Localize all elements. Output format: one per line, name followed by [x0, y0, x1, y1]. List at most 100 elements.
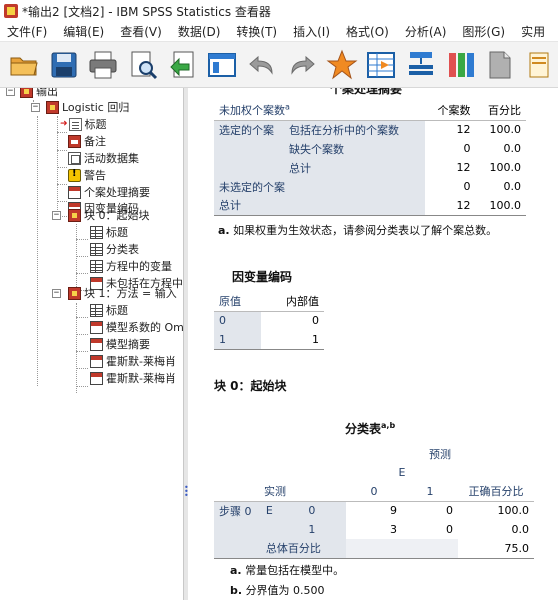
tree-item-model-summary[interactable]: 模型摘要 [90, 336, 150, 352]
row-subheader: 包括在分析中的个案数 [284, 120, 425, 139]
redo-icon[interactable] [284, 47, 320, 83]
tree-item-case-summary[interactable]: 个案处理摘要 [68, 184, 150, 200]
tree-item-label: 标题 [84, 118, 107, 131]
tree-output-label: 输出 [36, 88, 58, 98]
col-header-pct-correct: 正确百分比 [468, 485, 524, 499]
menu-analyze[interactable]: 分析(A) [398, 23, 456, 40]
classification-footnote-b: b. 分界值为 0.500 [230, 584, 325, 597]
warning-icon [68, 168, 81, 182]
app-icon [4, 4, 18, 18]
dep-coding-title: 因变量编码 [232, 270, 293, 284]
collapse-logistic-toggle[interactable]: − [31, 103, 40, 112]
menu-file[interactable]: 文件(F) [0, 23, 56, 40]
open-icon[interactable] [6, 47, 42, 83]
menu-transform[interactable]: 转换(T) [229, 23, 286, 40]
col-header-n: 个案数 [437, 104, 471, 118]
export-icon[interactable] [165, 47, 201, 83]
cell-n: 12 [456, 161, 471, 174]
tree-block0[interactable]: 块 0：起始块 [68, 207, 150, 223]
tree-item-warnings[interactable]: 警告 [68, 167, 106, 183]
tree-output[interactable]: 输出 [20, 88, 58, 99]
row-header-value: 0 [303, 501, 346, 520]
menu-utilities[interactable]: 实用 [514, 23, 554, 40]
notes-icon[interactable] [522, 47, 558, 83]
cell-overall-pct: 75.0 [504, 541, 530, 555]
col-header-original: 原值 [219, 295, 241, 309]
goto-data-icon[interactable] [205, 47, 241, 83]
tree-item-omnibus[interactable]: 模型系数的 Om [90, 319, 183, 335]
tree-block1[interactable]: 块 1：方法 = 输入 [68, 285, 177, 301]
log-icon [68, 151, 81, 165]
cell-pct: 100.0 [489, 123, 522, 137]
case-summary-table: 未加权个案数a 个案数 百分比 选定的个案 包括在分析中的个案数 12 100.… [214, 101, 526, 216]
classification-title: 分类表a,b [345, 421, 396, 436]
tree-item-label: 霍斯默-莱梅肖 [106, 355, 176, 368]
menu-view[interactable]: 查看(V) [113, 23, 171, 40]
tree-item-notes[interactable]: 备注 [68, 133, 106, 149]
tree-block1-label: 块 1：方法 = 输入 [84, 287, 177, 300]
menu-bar: 文件(F) 编辑(E) 查看(V) 数据(D) 转换(T) 插入(I) 格式(O… [0, 22, 558, 42]
cell-pct: 0.0 [503, 180, 522, 193]
row-header-value: 1 [303, 520, 346, 539]
page-icon[interactable] [483, 47, 519, 83]
tree-item-label: 个案处理摘要 [84, 186, 150, 199]
row-header-total: 总计 [214, 196, 425, 215]
tree-item-hosmer-2[interactable]: 霍斯默-莱梅肖 [90, 370, 176, 386]
pivot-table-icon [90, 371, 103, 385]
cell-count: 9 [390, 504, 397, 518]
columns-icon[interactable] [443, 47, 479, 83]
tree-item-label: 模型摘要 [106, 338, 150, 351]
pivot-table-icon [90, 337, 103, 351]
table-icon [90, 303, 103, 317]
collapse-block1-toggle[interactable]: − [52, 289, 61, 298]
row-header-overall: 总体百分比 [260, 539, 346, 558]
row-header-var: E [260, 501, 304, 520]
row-header-value: 1 [214, 330, 261, 349]
print-icon[interactable] [85, 47, 121, 83]
col-header-pct: 百分比 [488, 104, 521, 118]
tree-item-label: 标题 [106, 226, 128, 239]
output-book-icon [20, 88, 33, 98]
cell-n: 12 [456, 198, 471, 212]
tree-item-title[interactable]: ➜ 标题 [60, 116, 107, 132]
print-preview-icon[interactable] [125, 47, 161, 83]
cell-internal: 0 [312, 314, 319, 328]
case-summary-title: 个案处理摘要 [330, 88, 403, 96]
predicted-var-header: E [398, 466, 406, 479]
classification-footnote-a: a. 常量包括在模型中。 [230, 564, 345, 577]
notes-table-icon [68, 134, 81, 148]
block0-heading: 块 0：起始块 [214, 379, 287, 393]
menu-edit[interactable]: 编辑(E) [56, 23, 113, 40]
menu-insert[interactable]: 插入(I) [286, 23, 339, 40]
current-item-arrow-icon: ➜ [60, 119, 68, 129]
block-book-icon [68, 208, 81, 222]
goto-case-icon[interactable] [363, 47, 399, 83]
menu-format[interactable]: 格式(O) [339, 23, 398, 40]
cell-pct: 100.0 [489, 198, 522, 212]
collapse-block0-toggle[interactable]: − [52, 211, 61, 220]
cell-pct: 100.0 [489, 161, 522, 174]
tree-item-classification[interactable]: 分类表 [90, 241, 139, 257]
tree-item-block0-title[interactable]: 标题 [90, 224, 128, 240]
cell-count: 3 [390, 523, 397, 536]
menu-data[interactable]: 数据(D) [171, 23, 230, 40]
cell-count: 0 [446, 523, 453, 536]
tree-item-active-dataset[interactable]: 活动数据集 [68, 150, 139, 166]
col-header-unweighted: 未加权个案数a [219, 102, 290, 118]
tree-item-vars-in-equation[interactable]: 方程中的变量 [90, 258, 172, 274]
title-bar: *输出2 [文档2] - IBM SPSS Statistics 查看器 [0, 0, 558, 22]
table-icon [90, 259, 103, 273]
toolbar [0, 42, 558, 88]
logistic-book-icon [46, 100, 59, 114]
collapse-output-toggle[interactable]: − [6, 88, 15, 96]
tree-logistic[interactable]: Logistic 回归 [46, 99, 129, 115]
save-icon[interactable] [46, 47, 82, 83]
variables-icon[interactable] [403, 47, 439, 83]
star-icon[interactable] [324, 47, 360, 83]
menu-graphs[interactable]: 图形(G) [455, 23, 514, 40]
tree-item-block1-title[interactable]: 标题 [90, 302, 128, 318]
undo-icon[interactable] [244, 47, 280, 83]
row-subheader: 缺失个案数 [284, 139, 425, 158]
observed-header: 实测 [264, 485, 286, 499]
tree-item-hosmer-1[interactable]: 霍斯默-莱梅肖 [90, 353, 176, 369]
